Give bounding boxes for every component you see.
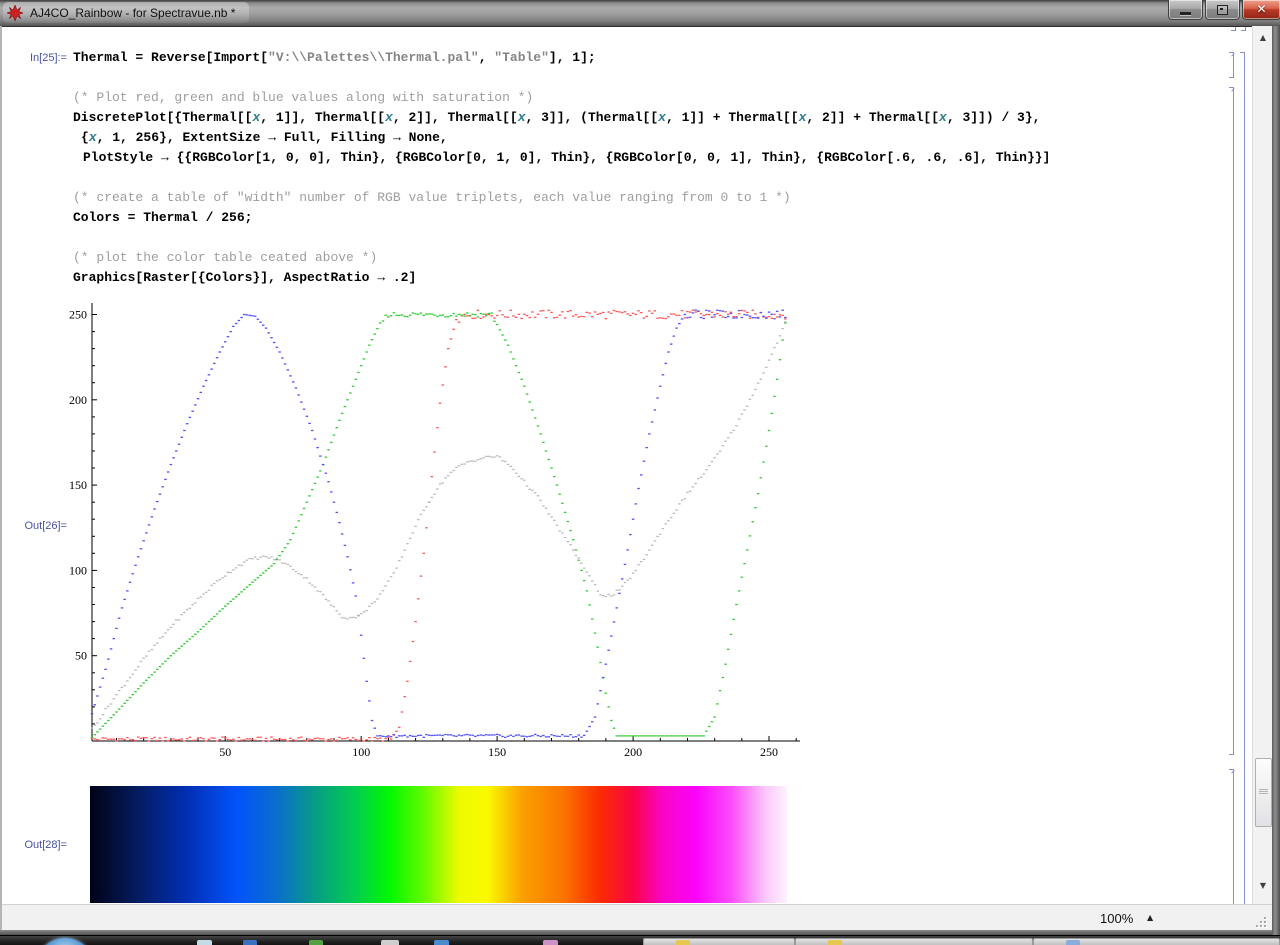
- scroll-down-icon[interactable]: ▼: [1253, 878, 1273, 894]
- close-button[interactable]: ✕: [1242, 0, 1280, 20]
- taskbar-pinned-icon[interactable]: [243, 940, 257, 945]
- taskbar-button-icon: [1066, 940, 1080, 945]
- mathematica-spikey-icon: [7, 4, 23, 21]
- magnification-value[interactable]: 100%: [1100, 911, 1133, 926]
- vertical-scrollbar-thumb[interactable]: [1255, 758, 1272, 827]
- svg-text:100: 100: [69, 563, 87, 577]
- restore-icon: [1217, 4, 1228, 15]
- vertical-scrollbar[interactable]: ▲ ▼: [1252, 26, 1273, 904]
- magnification-menu-icon[interactable]: ▲: [1147, 913, 1153, 922]
- code-line[interactable]: DiscretePlot[{Thermal[[x, 1]], Thermal[[…: [0, 108, 1200, 128]
- notebook-input-cells[interactable]: In[25]:= Thermal = Reverse[Import["V:\\Pa…: [0, 48, 1200, 288]
- svg-text:250: 250: [760, 745, 778, 759]
- code-line[interactable]: (* create a table of "width" number of R…: [0, 188, 1200, 208]
- titlebar[interactable]: AJ4CO_Rainbow - for Spectravue.nb * ✕: [0, 0, 1280, 27]
- taskbar-pinned-icon[interactable]: [197, 940, 212, 945]
- taskbar-window-button[interactable]: [643, 938, 795, 945]
- output-raster-gradient[interactable]: [90, 786, 787, 903]
- minimize-button[interactable]: [1168, 0, 1203, 20]
- code-line[interactable]: Colors = Thermal / 256;: [0, 208, 1200, 228]
- scroll-up-icon[interactable]: ▲: [1253, 30, 1273, 46]
- cell-bracket-raster-group[interactable]: [1227, 769, 1235, 925]
- restore-button[interactable]: [1205, 0, 1240, 20]
- code-line[interactable]: PlotStyle → {{RGBColor[1, 0, 0], Thin}, …: [0, 148, 1200, 168]
- svg-text:50: 50: [75, 649, 87, 663]
- taskbar-button-icon: [828, 940, 842, 945]
- taskbar[interactable]: [0, 935, 1280, 945]
- code-line[interactable]: [0, 228, 1200, 248]
- code-line[interactable]: Graphics[Raster[{Colors}], AspectRatio →…: [0, 268, 1200, 288]
- svg-text:150: 150: [69, 478, 87, 492]
- out26-label: Out[26]=: [24, 520, 67, 532]
- svg-text:250: 250: [69, 308, 87, 322]
- code-line[interactable]: In[25]:= Thermal = Reverse[Import["V:\\Pa…: [0, 48, 1200, 68]
- taskbar-pinned-icon[interactable]: [309, 940, 323, 945]
- cell-bracket-in25[interactable]: [1227, 52, 1235, 78]
- resize-grip[interactable]: [1256, 917, 1268, 929]
- cell-bracket-partial-2[interactable]: [1239, 27, 1246, 31]
- titlebar-caption: AJ4CO_Rainbow - for Spectravue.nb *: [3, 2, 250, 23]
- close-icon: ✕: [1256, 2, 1267, 16]
- code-line[interactable]: {x, 1, 256}, ExtentSize → Full, Filling …: [0, 128, 1200, 148]
- window-title: AJ4CO_Rainbow - for Spectravue.nb *: [30, 5, 236, 20]
- svg-text:200: 200: [69, 393, 87, 407]
- cell-bracket-group-outer[interactable]: [1238, 52, 1245, 925]
- svg-text:200: 200: [624, 745, 642, 759]
- code-line[interactable]: [0, 168, 1200, 188]
- svg-text:150: 150: [488, 745, 506, 759]
- minimize-icon: [1180, 12, 1191, 15]
- start-button[interactable]: [36, 938, 94, 945]
- window-left-border: [0, 26, 2, 935]
- output-plot-graphic[interactable]: 50 100 150 200 250 50 100 150 200 250: [60, 300, 810, 760]
- in-label: In[25]:=: [29, 52, 67, 64]
- cell-bracket-plot-group[interactable]: [1227, 87, 1235, 755]
- out28-label: Out[28]=: [24, 839, 67, 851]
- window-right-border: [1272, 26, 1280, 935]
- code-line[interactable]: (* Plot red, green and blue values along…: [0, 88, 1200, 108]
- cell-bracket-partial-1[interactable]: [1229, 27, 1236, 31]
- taskbar-button-icon: [676, 940, 690, 945]
- svg-text:100: 100: [352, 745, 370, 759]
- status-bar[interactable]: 100% ▲: [0, 904, 1272, 931]
- code-line[interactable]: (* plot the color table ceated above *): [0, 248, 1200, 268]
- taskbar-pinned-icon[interactable]: [543, 940, 558, 945]
- mathematica-window: AJ4CO_Rainbow - for Spectravue.nb * ✕ In…: [0, 0, 1280, 945]
- svg-text:50: 50: [219, 745, 231, 759]
- taskbar-pinned-icon[interactable]: [381, 940, 399, 945]
- taskbar-pinned-icon[interactable]: [434, 940, 449, 945]
- code-line[interactable]: [0, 68, 1200, 88]
- plot-canvas: 50 100 150 200 250 50 100 150 200 250: [69, 303, 800, 759]
